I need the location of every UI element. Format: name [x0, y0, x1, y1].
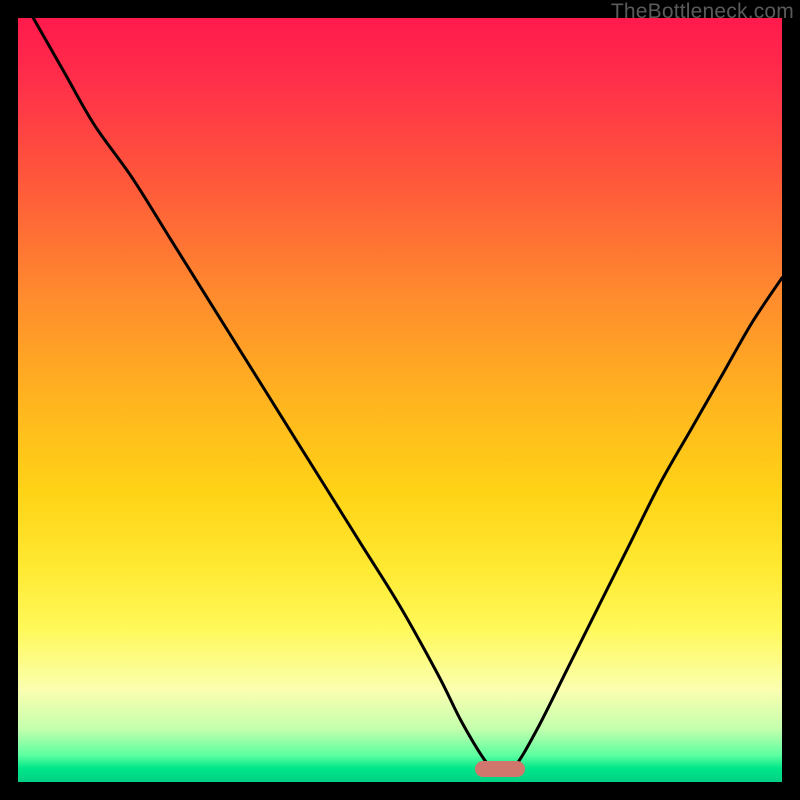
chart-stage: TheBottleneck.com	[0, 0, 800, 800]
watermark-text: TheBottleneck.com	[611, 0, 794, 24]
bottleneck-curve	[18, 18, 782, 782]
optimum-marker	[475, 761, 525, 777]
plot-area	[18, 18, 782, 782]
